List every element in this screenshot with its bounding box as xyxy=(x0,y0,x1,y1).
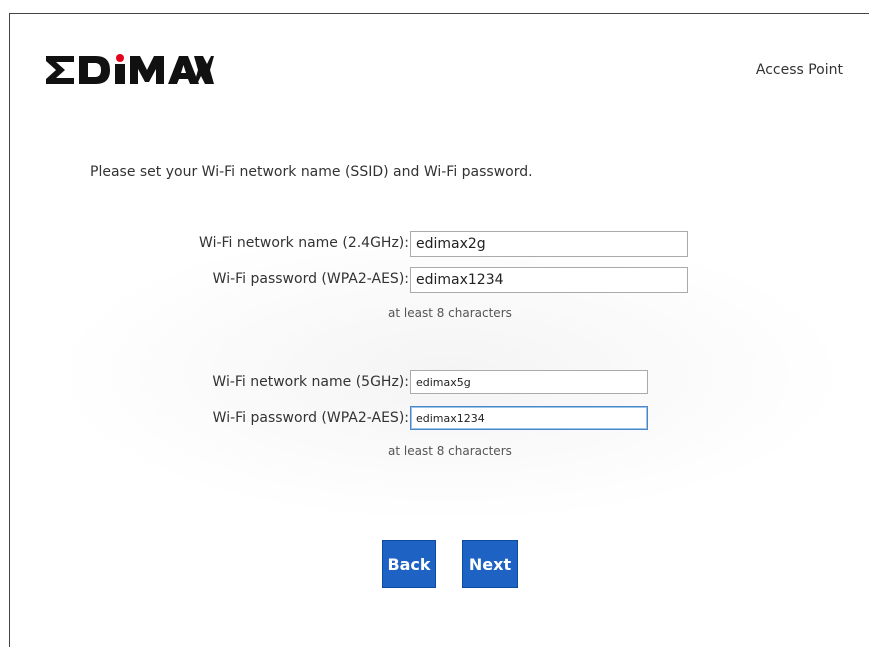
password-24-label: Wi-Fi password (WPA2-AES): xyxy=(212,271,409,287)
ssid-24-row: Wi-Fi network name (2.4GHz): xyxy=(10,231,869,259)
ssid-5-input[interactable] xyxy=(410,370,648,394)
password-5-label: Wi-Fi password (WPA2-AES): xyxy=(212,410,409,426)
ssid-24-input[interactable] xyxy=(410,231,688,257)
password-5-hint: at least 8 characters xyxy=(388,444,512,458)
password-24-row: Wi-Fi password (WPA2-AES): xyxy=(10,267,869,295)
edimax-logo xyxy=(46,54,214,84)
password-24-hint: at least 8 characters xyxy=(388,306,512,320)
device-mode-label: Access Point xyxy=(755,62,843,78)
ssid-5-label: Wi-Fi network name (5GHz): xyxy=(212,374,409,390)
ssid-5-row: Wi-Fi network name (5GHz): xyxy=(10,370,869,398)
ssid-24-label: Wi-Fi network name (2.4GHz): xyxy=(199,235,409,251)
password-24-input[interactable] xyxy=(410,267,688,293)
password-5-input[interactable] xyxy=(410,406,648,430)
next-button[interactable]: Next xyxy=(462,540,518,588)
back-button[interactable]: Back xyxy=(382,540,436,588)
password-5-row: Wi-Fi password (WPA2-AES): xyxy=(10,406,869,434)
intro-text: Please set your Wi-Fi network name (SSID… xyxy=(90,164,533,180)
wizard-frame: Access Point Please set your Wi-Fi netwo… xyxy=(9,13,869,647)
